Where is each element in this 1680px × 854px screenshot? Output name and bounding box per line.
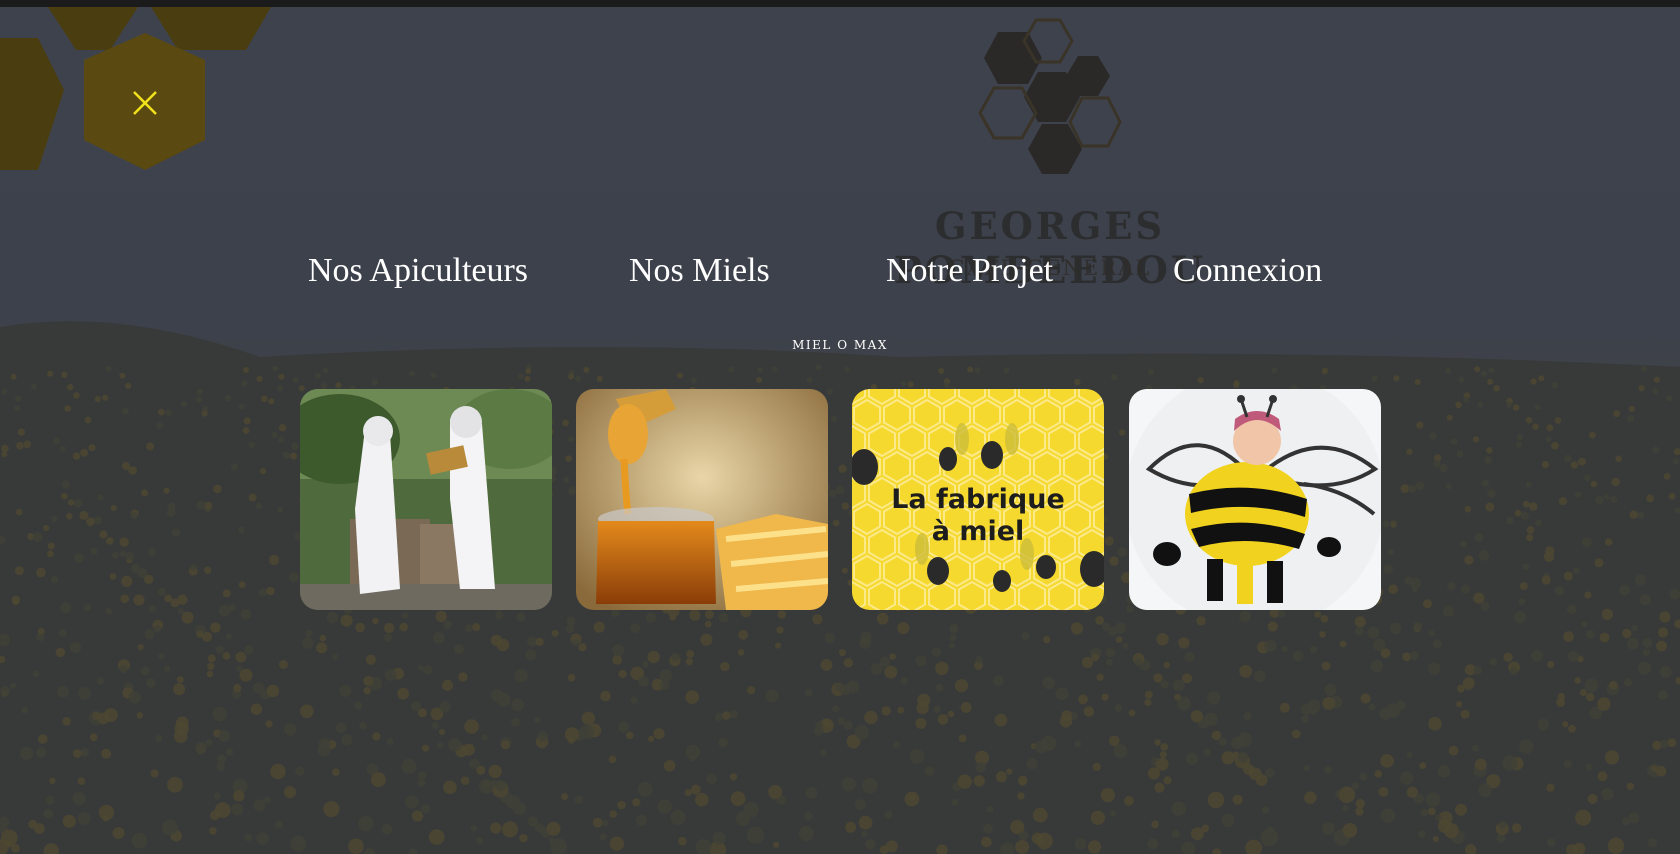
card-connexion[interactable] [1129,389,1381,610]
nav-item-nos-apiculteurs[interactable]: Nos Apiculteurs [308,252,528,290]
close-icon [133,91,157,115]
bee-child-drawing [1129,389,1381,610]
honeycomb-logo-icon [978,18,1122,174]
card-graphic-line-1: La fabrique [891,484,1065,515]
close-menu-button[interactable] [126,84,164,122]
main-navigation: Nos Apiculteurs Nos Miels Notre Projet C… [0,252,1680,302]
nav-item-connexion[interactable]: Connexion [1173,252,1322,290]
card-nos-miels[interactable] [576,389,828,610]
honey-jar-photo [576,389,828,610]
card-nos-apiculteurs[interactable] [300,389,552,610]
beekeepers-photo [300,389,552,610]
card-notre-projet[interactable]: La fabrique à miel [852,389,1104,610]
card-graphic-line-2: à miel [931,516,1025,547]
nav-item-notre-projet[interactable]: Notre Projet [886,252,1053,290]
tagline: MIEL O MAX [792,338,888,352]
nav-item-nos-miels[interactable]: Nos Miels [629,252,770,290]
